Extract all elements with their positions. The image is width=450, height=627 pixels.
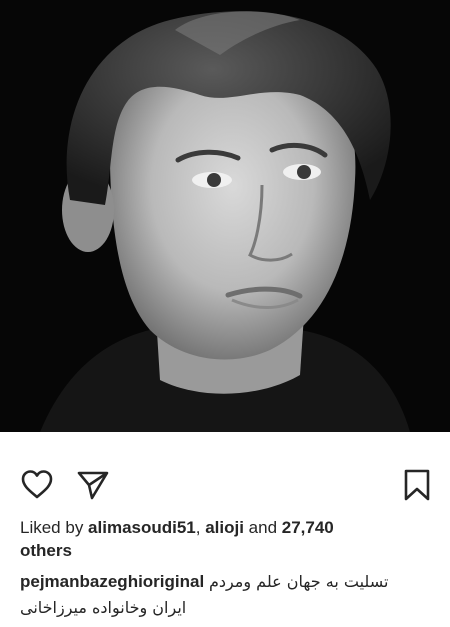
likes-and: and [243,518,282,537]
caption-text-line1: تسلیت به جهان علم ومردم [208,572,389,591]
likes-separator: , [195,518,206,537]
likes-others[interactable]: others [20,541,72,560]
caption-username[interactable]: pejmanbazeghioriginal [20,572,204,591]
likes-summary[interactable]: Liked by alimasoudi51, alioji and 27,740… [20,516,430,562]
likes-count[interactable]: 27,740 [282,518,334,537]
likes-prefix: Liked by [20,518,89,537]
paper-plane-icon[interactable] [76,468,110,502]
portrait-photo [0,0,450,432]
liker-username-1[interactable]: alimasoudi51 [88,518,196,537]
post-photo[interactable] [0,0,450,432]
post-actions-bar [0,432,450,508]
post-caption: pejmanbazeghioriginal تسلیت به جهان علم … [20,570,434,619]
liker-username-2[interactable]: alioji [205,518,244,537]
bookmark-outline-icon[interactable] [402,468,436,502]
heart-outline-icon[interactable] [20,468,54,502]
caption-text-line2: ایران وخانواده میرزاخانی [20,598,187,617]
